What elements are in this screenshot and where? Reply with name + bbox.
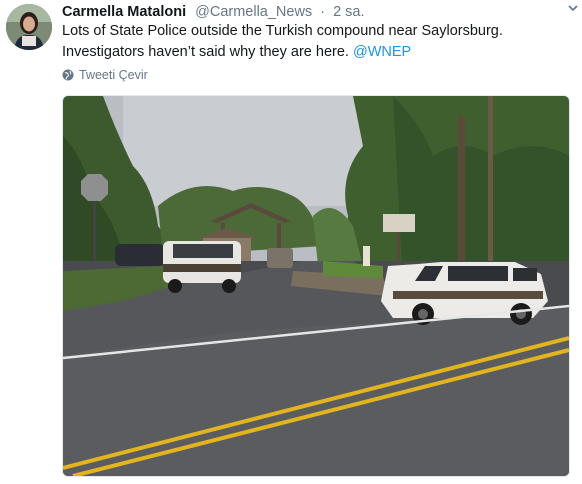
chevron-down-icon[interactable]	[566, 2, 580, 16]
police-scene-photo	[63, 96, 569, 476]
tweet-photo[interactable]	[62, 95, 570, 477]
tweet-header: Carmella Mataloni @Carmella_News · 2 sa.	[62, 3, 365, 21]
tweet-timestamp[interactable]: 2 sa.	[333, 4, 364, 20]
globe-icon	[62, 69, 74, 81]
mention-link[interactable]: @WNEP	[353, 44, 411, 60]
author-handle[interactable]: @Carmella_News	[195, 4, 312, 20]
tweet-text: Lots of State Police outside the Turkish…	[62, 21, 572, 63]
tweet: Carmella Mataloni @Carmella_News · 2 sa.…	[0, 0, 582, 484]
author-avatar[interactable]	[6, 4, 52, 50]
separator-dot: ·	[320, 4, 326, 20]
avatar-image	[6, 4, 52, 50]
translate-label: Tweeti Çevir	[79, 68, 148, 82]
author-name[interactable]: Carmella Mataloni	[62, 4, 186, 20]
translate-tweet-button[interactable]: Tweeti Çevir	[62, 68, 148, 82]
tweet-body: Lots of State Police outside the Turkish…	[62, 23, 503, 60]
